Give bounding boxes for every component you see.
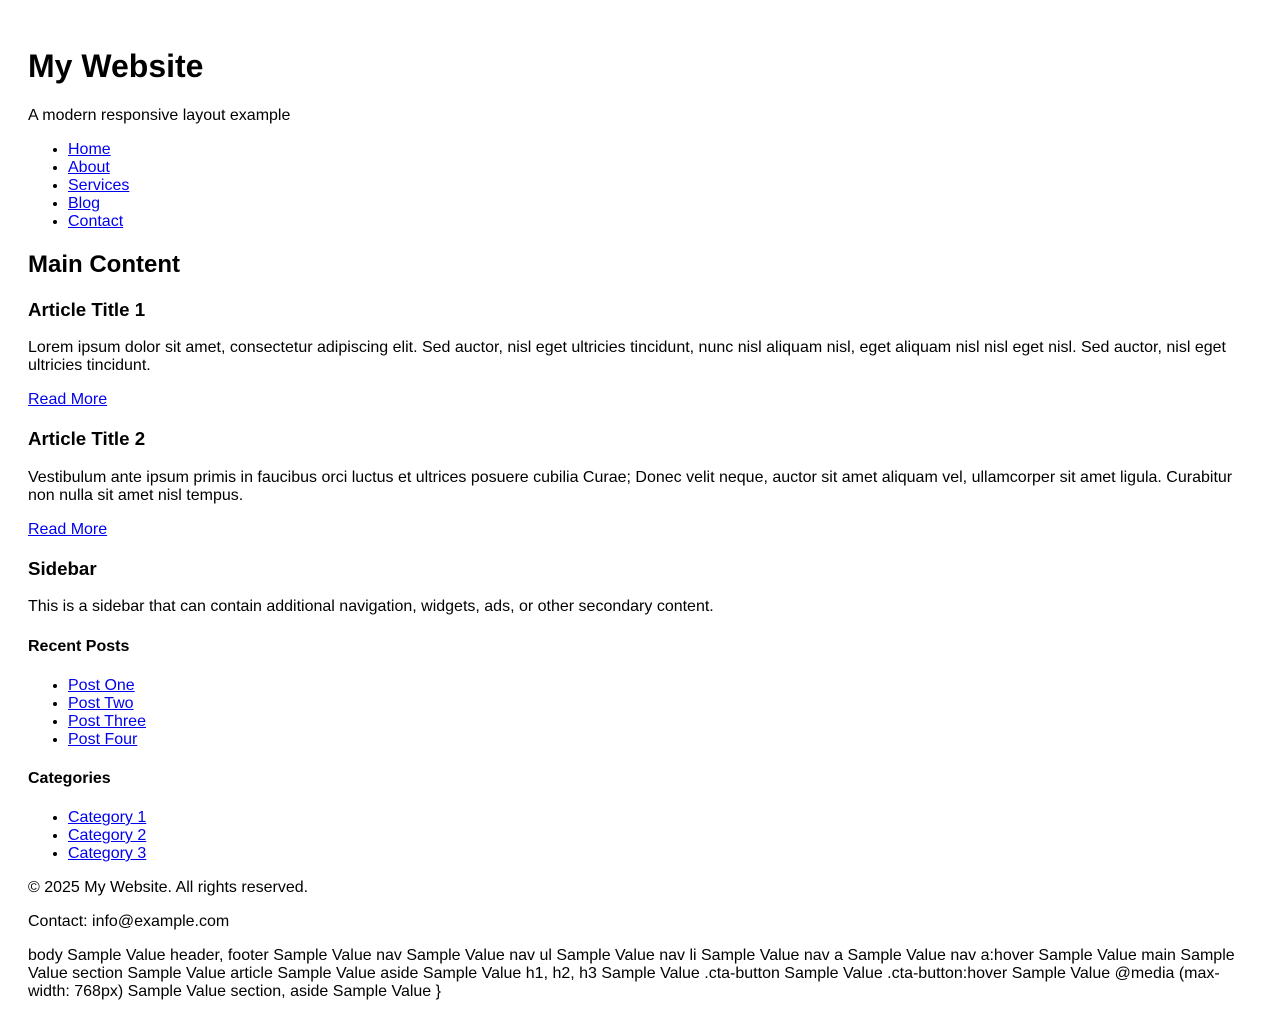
recent-post-item: Post Two xyxy=(68,695,146,713)
recent-post-link-4[interactable]: Post Four xyxy=(68,731,137,748)
footer-css-text: body Sample Value header, footer Sample … xyxy=(28,947,1235,1000)
nav-link-about[interactable]: About xyxy=(68,159,110,176)
category-link-1[interactable]: Category 1 xyxy=(68,809,146,826)
category-item: Category 2 xyxy=(68,827,146,845)
nav-item-about: About xyxy=(68,159,129,177)
footer-contact: Contact: info@example.com xyxy=(28,913,230,930)
article-2-body: Vestibulum ante ipsum primis in faucibus… xyxy=(28,469,1233,504)
nav-item-blog: Blog xyxy=(68,195,129,213)
recent-post-link-1[interactable]: Post One xyxy=(68,677,135,694)
recent-post-link-3[interactable]: Post Three xyxy=(68,713,146,730)
site-title: My Website xyxy=(28,48,204,84)
category-link-3[interactable]: Category 3 xyxy=(68,845,146,862)
nav-item-contact: Contact xyxy=(68,213,129,231)
recent-post-link-2[interactable]: Post Two xyxy=(68,695,134,712)
recent-post-item: Post Four xyxy=(68,731,146,749)
nav-link-contact[interactable]: Contact xyxy=(68,213,123,230)
article-1-title: Article Title 1 xyxy=(28,299,146,320)
nav-link-services[interactable]: Services xyxy=(68,177,129,194)
nav-item-home: Home xyxy=(68,141,129,159)
recent-post-item: Post Three xyxy=(68,713,146,731)
article-2-title: Article Title 2 xyxy=(28,428,146,449)
recent-posts-title: Recent Posts xyxy=(28,638,130,655)
category-item: Category 3 xyxy=(68,845,146,863)
recent-post-item: Post One xyxy=(68,677,146,695)
recent-posts-list: Post One Post Two Post Three Post Four xyxy=(28,677,146,749)
nav-link-home[interactable]: Home xyxy=(68,141,111,158)
sidebar-title: Sidebar xyxy=(28,558,97,579)
categories-title: Categories xyxy=(28,770,111,787)
article-2-read-more-link[interactable]: Read More xyxy=(28,521,107,539)
categories-list: Category 1 Category 2 Category 3 xyxy=(28,809,146,863)
article-1-body: Lorem ipsum dolor sit amet, consectetur … xyxy=(28,339,1226,374)
category-item: Category 1 xyxy=(68,809,146,827)
main-nav: Home About Services Blog Contact xyxy=(28,141,129,231)
category-link-2[interactable]: Category 2 xyxy=(68,827,146,844)
article-1-read-more-link[interactable]: Read More xyxy=(28,391,107,409)
site-tagline: A modern responsive layout example xyxy=(28,107,291,124)
nav-item-services: Services xyxy=(68,177,129,195)
main-content-title: Main Content xyxy=(28,251,180,278)
sidebar-text: This is a sidebar that can contain addit… xyxy=(28,598,714,615)
footer-copyright: © 2025 My Website. All rights reserved. xyxy=(28,879,309,896)
nav-link-blog[interactable]: Blog xyxy=(68,195,100,212)
